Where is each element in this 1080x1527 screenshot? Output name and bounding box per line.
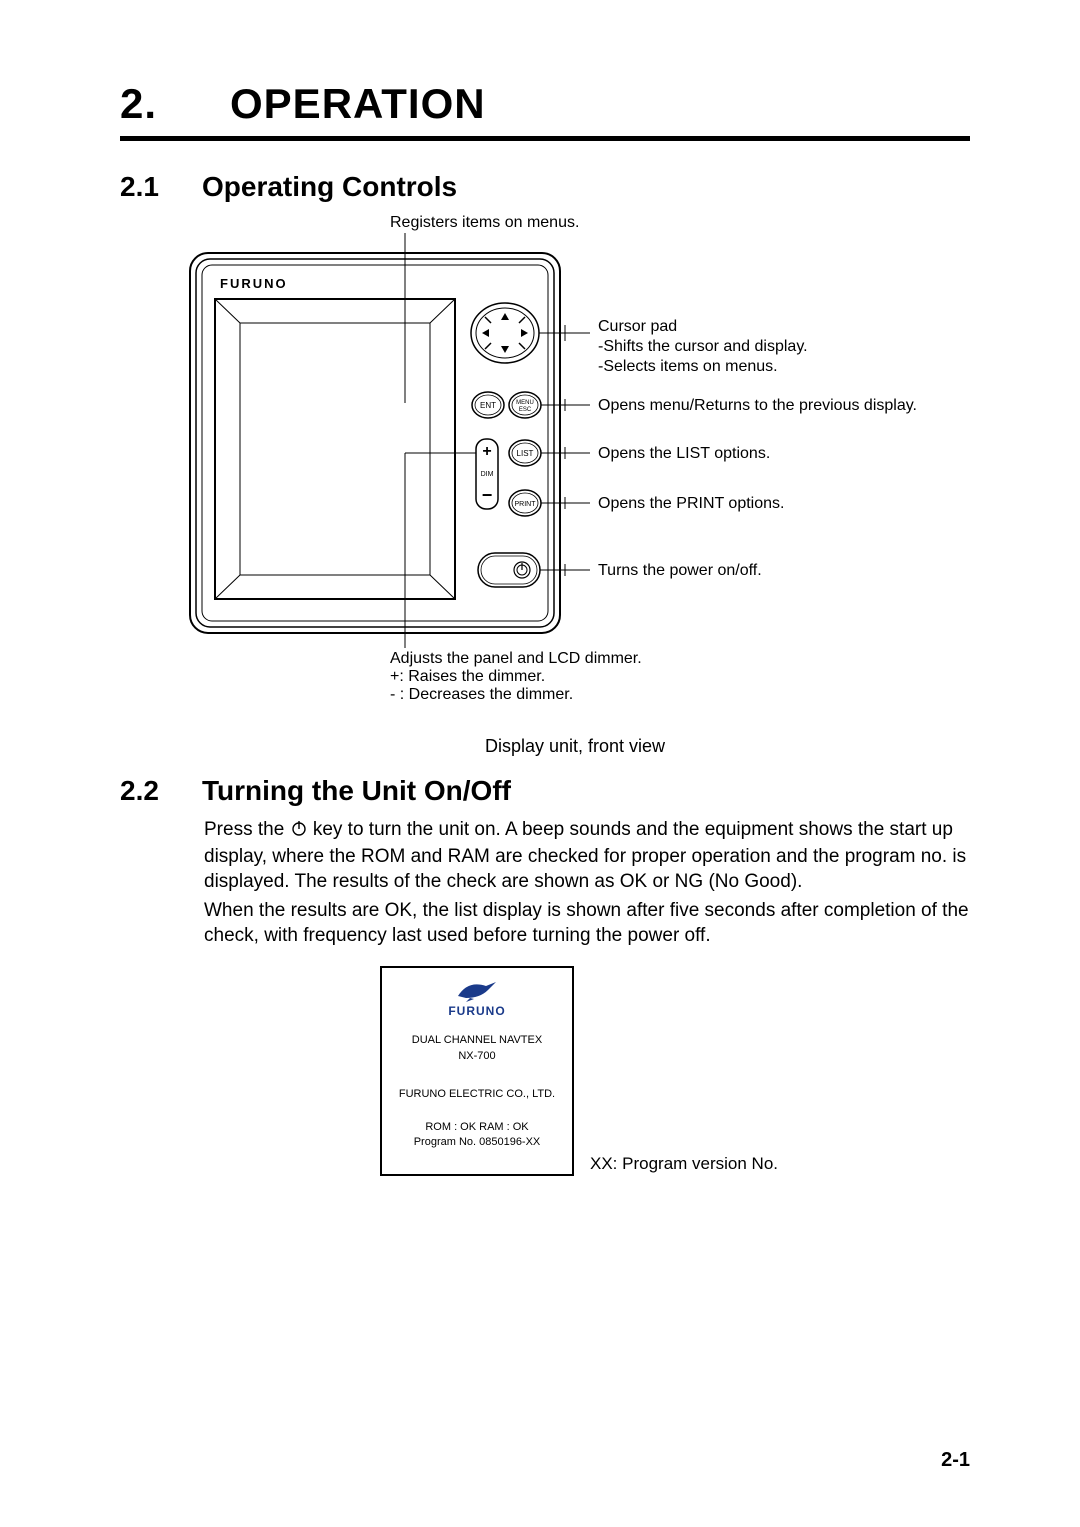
body-para-1: Press the key to turn the unit on. A bee…: [204, 817, 970, 894]
dim-rocker-icon: + DIM −: [476, 439, 498, 509]
section-number: 2.1: [120, 171, 202, 203]
svg-text:PRINT: PRINT: [515, 501, 537, 508]
page: 2.OPERATION 2.1Operating Controls Regist…: [0, 0, 1080, 1527]
startup-check-l2: Program No. 0850196-XX: [414, 1135, 541, 1150]
callout-cursor-l1: Cursor pad: [598, 318, 677, 335]
chapter-title: 2.OPERATION: [120, 80, 970, 128]
page-number: 2-1: [941, 1449, 970, 1472]
callout-list: Opens the LIST options.: [598, 445, 770, 462]
svg-text:−: −: [482, 485, 493, 505]
startup-company: FURUNO ELECTRIC CO., LTD.: [399, 1088, 555, 1100]
power-icon: [290, 819, 308, 844]
callout-dim-l1: Adjusts the panel and LCD dimmer.: [390, 650, 642, 667]
section-title-2-1: 2.1Operating Controls: [120, 171, 970, 203]
svg-text:ENT: ENT: [480, 401, 496, 410]
device-diagram: Registers items on menus. FURUNO: [180, 213, 970, 757]
body-text-fragment: Press the: [204, 819, 290, 840]
chapter-number: 2.: [120, 80, 230, 128]
callout-print: Opens the PRINT options.: [598, 495, 784, 512]
cursor-pad-icon: [471, 303, 539, 363]
startup-brand: FURUNO: [448, 1004, 505, 1018]
startup-check-l1: ROM : OK RAM : OK: [414, 1120, 541, 1135]
diagram-caption: Display unit, front view: [180, 736, 970, 757]
startup-screen: FURUNO DUAL CHANNEL NAVTEX NX-700 FURUNO…: [380, 966, 574, 1176]
svg-text:MENU: MENU: [516, 400, 534, 406]
callout-dim-l3: - : Decreases the dimmer.: [390, 686, 573, 703]
startup-logo: [456, 976, 498, 1002]
device-svg: Registers items on menus. FURUNO: [180, 213, 960, 703]
callout-registers: Registers items on menus.: [390, 214, 579, 231]
svg-text:LIST: LIST: [517, 449, 534, 458]
brand-label: FURUNO: [220, 276, 288, 291]
svg-text:ESC: ESC: [519, 407, 532, 413]
callout-power: Turns the power on/off.: [598, 562, 762, 579]
swordfish-icon: [456, 976, 498, 1002]
list-button-icon: LIST: [509, 440, 541, 466]
section-text: Turning the Unit On/Off: [202, 775, 511, 806]
callout-menu: Opens menu/Returns to the previous displ…: [598, 397, 917, 414]
svg-text:+: +: [482, 443, 491, 460]
chapter-text: OPERATION: [230, 80, 486, 127]
startup-line1: DUAL CHANNEL NAVTEX: [412, 1032, 542, 1048]
svg-text:DIM: DIM: [481, 471, 494, 478]
startup-line2: NX-700: [412, 1048, 542, 1064]
section-text: Operating Controls: [202, 171, 457, 202]
callout-dim-l2: +: Raises the dimmer.: [390, 668, 545, 685]
section-number: 2.2: [120, 775, 202, 807]
startup-note: XX: Program version No.: [590, 1154, 778, 1174]
callout-cursor-l3: -Selects items on menus.: [598, 358, 778, 375]
print-button-icon: PRINT: [509, 490, 541, 516]
body-para-2: When the results are OK, the list displa…: [204, 898, 970, 948]
section-title-2-2: 2.2Turning the Unit On/Off: [120, 775, 970, 807]
power-button-icon: [478, 553, 540, 587]
chapter-rule: [120, 136, 970, 141]
body-text-fragment: key to turn the unit on. A beep sounds a…: [204, 819, 966, 892]
menu-esc-button-icon: MENU ESC: [509, 392, 541, 418]
ent-button-icon: ENT: [472, 392, 504, 418]
callout-cursor-l2: -Shifts the cursor and display.: [598, 338, 808, 355]
